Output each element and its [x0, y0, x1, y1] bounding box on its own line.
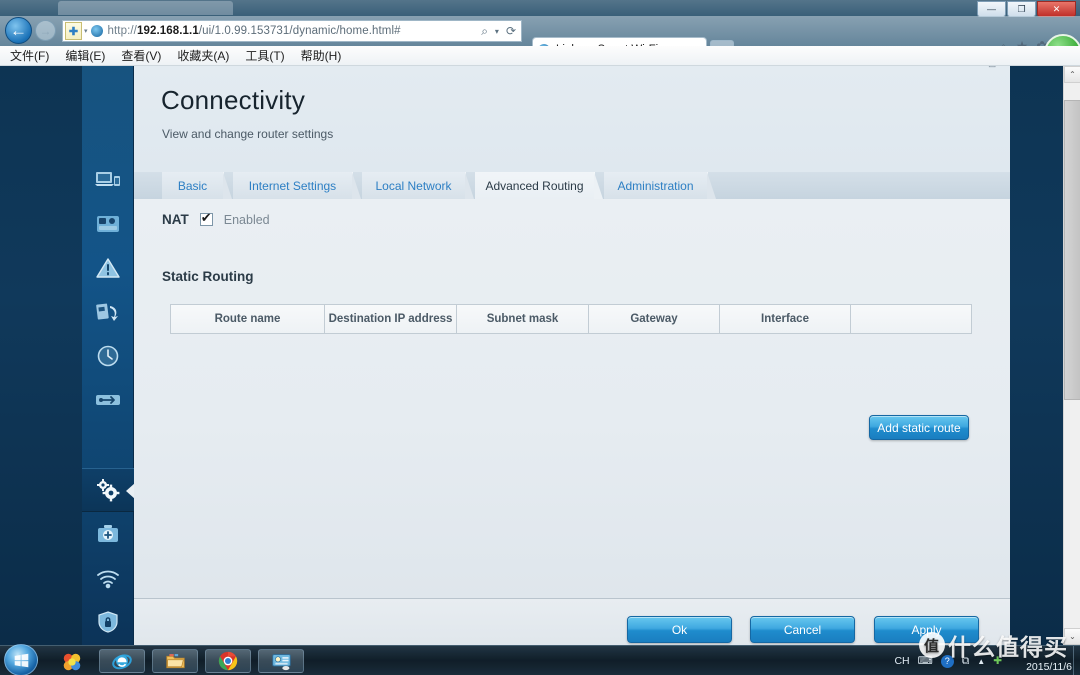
sidebar-item-connectivity[interactable] [82, 468, 135, 512]
nat-enabled-label: Enabled [223, 212, 270, 227]
site-watermark: 值 什么值得买 [919, 628, 1068, 662]
page-title: Connectivity [161, 85, 306, 115]
menu-edit[interactable]: 编辑(E) [65, 47, 105, 64]
compatibility-view-icon[interactable]: ✚ [65, 22, 82, 40]
column-destination-ip: Destination IP address [325, 305, 457, 333]
watermark-text: 什么值得买 [948, 634, 1068, 660]
static-routing-heading: Static Routing [162, 269, 254, 284]
toolbox-icon [95, 522, 121, 546]
cancel-button[interactable]: Cancel [750, 616, 855, 643]
external-storage-icon [95, 300, 121, 324]
nat-enabled-checkbox[interactable] [199, 210, 213, 226]
device-list-icon [95, 168, 121, 192]
router-page: ⊡ Connectivity View and change router se… [0, 66, 1080, 645]
url-host: 192.168.1.1 [136, 25, 199, 37]
forward-button[interactable]: → [35, 20, 56, 41]
media-prioritization-icon [95, 212, 121, 236]
router-sidebar [82, 66, 135, 645]
column-actions [851, 305, 971, 333]
refresh-icon[interactable]: ⟳ [506, 24, 516, 38]
nat-label: NAT [162, 212, 189, 227]
column-gateway: Gateway [589, 305, 720, 333]
window-controls: — ❐ ✕ [977, 1, 1076, 17]
menu-help[interactable]: 帮助(H) [301, 47, 342, 64]
close-icon[interactable]: ⊡ [988, 66, 1001, 70]
background-tab[interactable] [58, 1, 233, 15]
clock-icon [95, 344, 121, 368]
search-icon[interactable]: ⌕ [481, 24, 488, 39]
taskbar-item-ie[interactable] [99, 649, 145, 673]
watermark-logo: 值 [919, 632, 945, 658]
address-bar[interactable]: ✚ ▾ http://192.168.1.1/ui/1.0.99.153731/… [62, 20, 522, 42]
taskbar-item-control-panel[interactable] [258, 649, 304, 673]
card-footer: Ok Cancel Apply [134, 598, 1010, 645]
menu-file[interactable]: 文件(F) [10, 47, 49, 64]
tab-advanced-routing[interactable]: Advanced Routing [475, 172, 603, 199]
connectivity-gears-icon [95, 478, 121, 502]
ok-button[interactable]: Ok [627, 616, 732, 643]
card-header: ⊡ Connectivity View and change router se… [134, 66, 1010, 172]
menu-bar: 文件(F) 编辑(E) 查看(V) 收藏夹(A) 工具(T) 帮助(H) [0, 46, 1080, 66]
sidebar-item-usb-storage[interactable] [82, 378, 134, 422]
tab-strip: Basic Internet Settings Local Network Ad… [134, 172, 1010, 199]
static-routing-table: Route name Destination IP address Subnet… [170, 304, 972, 334]
sidebar-item-router-utilities[interactable] [82, 512, 134, 556]
url-prefix: http:// [107, 25, 137, 37]
chevron-down-icon[interactable]: ▾ [495, 27, 499, 36]
sidebar-item-parental-controls[interactable] [82, 334, 134, 378]
tab-basic[interactable]: Basic [162, 172, 232, 199]
sidebar-item-media-prioritization[interactable] [82, 202, 134, 246]
start-button[interactable] [4, 644, 38, 675]
card-body: NAT Enabled Static Routing Route name De… [134, 199, 1010, 598]
taskbar-item-explorer[interactable] [152, 649, 198, 673]
column-route-name: Route name [171, 305, 325, 333]
nat-row: NAT Enabled [162, 210, 270, 227]
back-button[interactable]: ← [5, 17, 32, 44]
menu-view[interactable]: 查看(V) [121, 47, 161, 64]
chevron-down-icon[interactable]: ▾ [84, 27, 88, 35]
address-bar-actions: ⌕ ▾ ⟳ [481, 24, 521, 39]
scrollbar-thumb[interactable] [1064, 100, 1080, 400]
url-text: http://192.168.1.1/ui/1.0.99.153731/dyna… [108, 25, 401, 37]
input-method-indicator[interactable]: CH [894, 655, 909, 667]
security-shield-icon [95, 610, 121, 634]
tab-administration[interactable]: Administration [604, 172, 716, 199]
internet-explorer-window: — ❐ ✕ ← → ✚ ▾ http://192.168.1.1/ui/1.0.… [0, 0, 1080, 645]
site-favicon [90, 25, 103, 37]
menu-tools[interactable]: 工具(T) [245, 47, 284, 64]
sidebar-item-security[interactable] [82, 600, 134, 644]
url-path: /ui/1.0.99.153731/dynamic/home.html# [198, 25, 401, 37]
maximize-button[interactable]: ❐ [1007, 1, 1036, 17]
window-titlebar: — ❐ ✕ [0, 0, 1080, 17]
taskbar-item-chrome[interactable] [205, 649, 251, 673]
show-desktop-button[interactable] [1073, 646, 1080, 675]
minimize-button[interactable]: — [977, 1, 1006, 17]
tab-local-network[interactable]: Local Network [362, 172, 474, 199]
wireless-icon [95, 566, 121, 590]
menu-favorites[interactable]: 收藏夹(A) [177, 47, 229, 64]
clock[interactable]: 2015/11/6 [1026, 661, 1072, 673]
tab-internet-settings[interactable]: Internet Settings [233, 172, 361, 199]
warning-triangle-icon [95, 256, 121, 280]
usb-icon [95, 388, 121, 412]
taskbar-item-flower[interactable] [54, 651, 90, 673]
column-subnet-mask: Subnet mask [457, 305, 589, 333]
sidebar-item-device-list[interactable] [82, 158, 134, 202]
sidebar-item-external-storage[interactable] [82, 290, 134, 334]
page-scrollbar[interactable]: ⌃ ⌄ [1063, 66, 1080, 645]
page-subtitle: View and change router settings [162, 127, 334, 141]
sidebar-item-troubleshooting[interactable] [82, 246, 134, 290]
windows-taskbar: CH ⌨ ? ⧉ ▲ ✚ 2015/11/6 [0, 644, 1080, 675]
add-static-route-button[interactable]: Add static route [869, 415, 969, 440]
connectivity-card: ⊡ Connectivity View and change router se… [134, 66, 1010, 645]
browser-toolbar: ← → ✚ ▾ http://192.168.1.1/ui/1.0.99.153… [0, 16, 1080, 72]
close-button[interactable]: ✕ [1037, 1, 1076, 17]
column-interface: Interface [720, 305, 851, 333]
sidebar-item-wireless[interactable] [82, 556, 134, 600]
scroll-up-button[interactable]: ⌃ [1064, 66, 1080, 83]
